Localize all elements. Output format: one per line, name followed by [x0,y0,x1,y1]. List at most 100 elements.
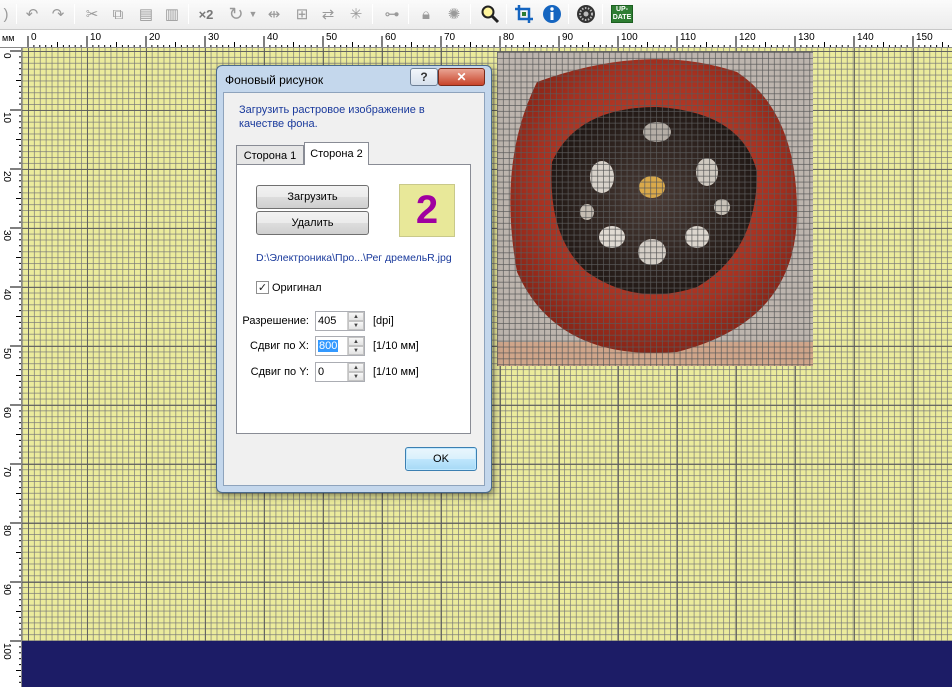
file-path: D:\Электроника\Про...\Рег дремельR.jpg [256,252,452,264]
rotate-icon[interactable]: ↻ [224,2,248,26]
left-ruler: 0 10 20 30 40 50 60 70 80 90 100 [0,48,22,687]
toolbar-separator [568,4,569,24]
help-button[interactable]: ? [410,68,438,86]
shift-x-spinner[interactable]: ▲ ▼ [347,337,364,355]
shift-x-unit: [1/10 мм] [373,340,419,352]
resolution-label: Разрешение: [242,315,309,327]
cut-icon[interactable]: ✂ [80,2,104,26]
ruler-left-label: 0 [1,53,12,59]
board-edge [22,641,952,687]
shift-x-input[interactable]: 800 ▲ ▼ [315,336,365,356]
toolbar: ) ↶ ↷ ✂ ⧉ ▤ ▥ ×2 ↻ ▼ ⇹ ⊞ ⇄ ✳ ⊶ 🔒︎ ✺ UP- D… [0,0,952,30]
original-checkbox-label: Оригинал [272,281,322,294]
ok-button[interactable]: OK [405,447,477,471]
ruler-left-label: 50 [1,348,12,360]
delete-button[interactable]: Удалить [256,211,369,235]
ruler-left-label: 60 [1,407,12,419]
ruler-left-label: 20 [1,171,12,183]
ruler-top-label: 130 [798,32,815,43]
grid-overlay [497,52,813,366]
background-image [497,52,813,366]
crop-icon[interactable] [512,2,536,26]
copy-icon[interactable]: ⧉ [106,2,130,26]
background-image-dialog: Фоновый рисунок ? ✕ Загрузить растровое … [216,65,492,493]
toolbar-separator [470,4,471,24]
lock-icon[interactable]: 🔒︎ [414,2,438,26]
undo-icon[interactable]: ↶ [20,2,44,26]
ruler-top-label: 0 [31,32,37,43]
ruler-top-label: 10 [90,32,102,43]
shift-x-label: Сдвиг по X: [250,340,309,352]
ruler-top-label: 150 [916,32,933,43]
mirror-icon[interactable]: ⇹ [262,2,286,26]
ruler-top-label: 120 [739,32,756,43]
paste-icon[interactable]: ▤ [134,2,158,26]
shift-y-value: 0 [318,366,325,378]
resolution-unit: [dpi] [373,315,394,327]
spin-down-icon[interactable]: ▼ [348,372,364,381]
tab-panel: Загрузить Удалить 2 D:\Электроника\Про..… [236,164,471,434]
ruler-left-label: 80 [1,525,12,537]
tab-side-2[interactable]: Сторона 2 [304,142,369,165]
ruler-top-label: 140 [857,32,874,43]
tab-side-1[interactable]: Сторона 1 [236,145,304,165]
resolution-spinner[interactable]: ▲ ▼ [347,312,364,330]
resolution-input[interactable]: 405 ▲ ▼ [315,311,365,331]
dropdown-arrow-icon[interactable]: ▼ [246,2,260,26]
swap-icon[interactable]: ⇄ [316,2,340,26]
spin-up-icon[interactable]: ▲ [348,363,364,372]
side-preview: 2 [399,184,455,237]
bug-icon[interactable]: ✺ [442,2,466,26]
delete-icon[interactable]: ▥ [160,2,184,26]
spin-up-icon[interactable]: ▲ [348,337,364,346]
ruler-top-label: 110 [680,32,696,43]
zoom-icon[interactable] [478,2,502,26]
dialog-body: Загрузить растровое изображение в качест… [223,92,485,486]
shift-x-value: 800 [318,340,339,352]
toolbar-separator [602,4,603,24]
ruler-left-label: 40 [1,289,12,301]
ruler-top-label: 60 [385,32,397,43]
spin-down-icon[interactable]: ▼ [348,321,364,330]
toolbar-separator [408,4,409,24]
top-ruler: мм 0 10 20 30 40 50 60 70 80 90 100 110 120 130 140 150 [0,30,952,48]
scale-icon[interactable]: ×2 [194,2,218,26]
ruler-top-label: 100 [621,32,638,43]
ruler-top-label: 20 [149,32,161,43]
dialog-title: Фоновый рисунок [225,73,324,87]
redo-icon[interactable]: ↷ [46,2,70,26]
ruler-top-label: 80 [503,32,515,43]
shift-y-unit: [1/10 мм] [373,366,419,378]
ruler-top-label: 50 [326,32,338,43]
ruler-left-label: 30 [1,230,12,242]
autoroute-icon[interactable]: ✳ [344,2,368,26]
original-row: ✓ Оригинал [256,281,322,294]
ruler-top-label: 40 [267,32,279,43]
connection-icon[interactable]: ⊶ [380,2,404,26]
ruler-top-label: 90 [562,32,574,43]
load-button[interactable]: Загрузить [256,185,369,209]
resolution-value: 405 [318,315,337,327]
shift-y-spinner[interactable]: ▲ ▼ [347,363,364,381]
ruler-left-label: 100 [1,643,12,660]
toolbar-separator [188,4,189,24]
texture-icon[interactable] [574,2,598,26]
spin-down-icon[interactable]: ▼ [348,346,364,355]
ruler-left-label: 90 [1,584,12,596]
update-label-2: DATE [612,14,632,21]
dialog-description: Загрузить растровое изображение в качест… [239,104,425,130]
spin-up-icon[interactable]: ▲ [348,312,364,321]
toolbar-separator [16,4,17,24]
info-icon[interactable] [540,2,564,26]
toolbar-separator [506,4,507,24]
ruler-top-label: 30 [208,32,220,43]
close-button[interactable]: ✕ [438,68,485,86]
original-checkbox[interactable]: ✓ [256,281,269,294]
ruler-top-label: 70 [444,32,456,43]
component-icon[interactable]: ⊞ [290,2,314,26]
shift-y-input[interactable]: 0 ▲ ▼ [315,362,365,382]
shift-y-label: Сдвиг по Y: [250,366,309,378]
update-label-1: UP- [615,6,629,13]
close-icon: ✕ [456,70,467,84]
update-icon[interactable]: UP- DATE [610,2,634,26]
